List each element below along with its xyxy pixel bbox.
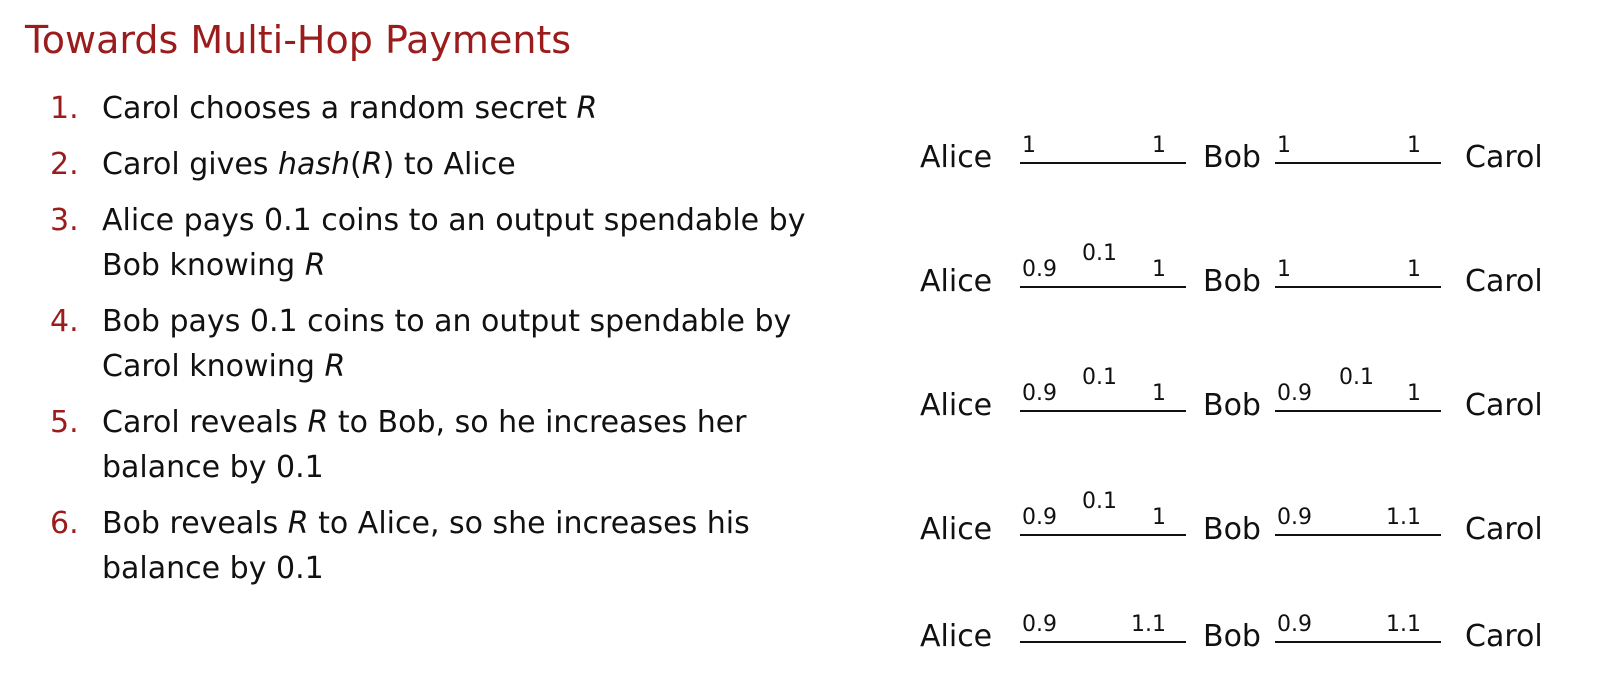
slide-title: Towards Multi-Hop Payments	[25, 18, 572, 62]
bob-carol-channel-line	[1275, 410, 1441, 412]
step-item-1: 1. Carol chooses a random secret R	[50, 86, 810, 131]
step-number: 4.	[50, 304, 79, 339]
step-item-4: 4. Bob pays 0.1 coins to an output spend…	[50, 299, 810, 389]
party-carol: Carol	[1465, 388, 1543, 423]
party-carol: Carol	[1465, 619, 1543, 654]
step-item-6: 6. Bob reveals R to Alice, so she increa…	[50, 501, 810, 591]
party-carol: Carol	[1465, 512, 1543, 547]
alice-bob-right-balance: 1	[1152, 505, 1166, 530]
bob-carol-left-balance: 1	[1277, 133, 1291, 158]
bob-carol-channel-line	[1275, 534, 1441, 536]
channel-state-row-3: Alice 0.9 0.1 1 Bob 0.9 0.1 1 Carol	[920, 364, 1580, 424]
channel-state-row-4: Alice 0.9 0.1 1 Bob 0.9 1.1 Carol	[920, 488, 1580, 548]
secret-symbol: R	[361, 147, 383, 182]
alice-bob-channel-line	[1020, 162, 1186, 164]
party-alice: Alice	[920, 619, 993, 654]
party-carol: Carol	[1465, 264, 1543, 299]
step-text: Bob pays 0.1 coins to an output spendabl…	[102, 304, 792, 384]
step-text: Carol gives hash(R) to Alice	[102, 147, 516, 182]
secret-symbol: R	[576, 91, 598, 126]
step-text: Carol reveals R to Bob, so he increases …	[102, 405, 747, 485]
step-number: 5.	[50, 405, 79, 440]
party-alice: Alice	[920, 140, 993, 175]
bob-carol-right-balance: 1.1	[1386, 612, 1421, 637]
bob-carol-left-balance: 0.9	[1277, 612, 1312, 637]
bob-carol-right-balance: 1.1	[1386, 505, 1421, 530]
alice-bob-pending-amount: 0.1	[1082, 241, 1117, 266]
step-text: Carol chooses a random secret R	[102, 91, 598, 126]
step-number: 6.	[50, 506, 79, 541]
party-alice: Alice	[920, 388, 993, 423]
alice-bob-pending-amount: 0.1	[1082, 489, 1117, 514]
step-item-3: 3. Alice pays 0.1 coins to an output spe…	[50, 198, 810, 288]
channel-state-row-2: Alice 0.9 0.1 1 Bob 1 1 Carol	[920, 240, 1580, 300]
bob-carol-left-balance: 1	[1277, 257, 1291, 282]
payment-channel-diagram: Alice 1 1 Bob 1 1 Carol Alice 0.9 0.1 1 …	[920, 0, 1580, 690]
step-number: 1.	[50, 91, 79, 126]
alice-bob-channel-line	[1020, 534, 1186, 536]
channel-state-row-5: Alice 0.9 1.1 Bob 0.9 1.1 Carol	[920, 595, 1580, 655]
step-text: Alice pays 0.1 coins to an output spenda…	[102, 203, 806, 283]
alice-bob-left-balance: 0.9	[1022, 505, 1057, 530]
channel-state-row-1: Alice 1 1 Bob 1 1 Carol	[920, 116, 1580, 176]
party-bob: Bob	[1203, 619, 1261, 654]
secret-symbol: R	[287, 506, 309, 541]
steps-list: 1. Carol chooses a random secret R 2. Ca…	[50, 86, 810, 602]
party-alice: Alice	[920, 512, 993, 547]
party-carol: Carol	[1465, 140, 1543, 175]
bob-carol-left-balance: 0.9	[1277, 381, 1312, 406]
bob-carol-channel-line	[1275, 162, 1441, 164]
step-item-2: 2. Carol gives hash(R) to Alice	[50, 142, 810, 187]
alice-bob-channel-line	[1020, 286, 1186, 288]
step-text: Bob reveals R to Alice, so she increases…	[102, 506, 750, 586]
secret-symbol: R	[307, 405, 329, 440]
alice-bob-left-balance: 0.9	[1022, 612, 1057, 637]
bob-carol-channel-line	[1275, 286, 1441, 288]
secret-symbol: R	[304, 248, 326, 283]
hash-function: hash	[278, 147, 351, 182]
alice-bob-left-balance: 0.9	[1022, 257, 1057, 282]
party-bob: Bob	[1203, 388, 1261, 423]
secret-symbol: R	[324, 349, 346, 384]
alice-bob-left-balance: 1	[1022, 133, 1036, 158]
bob-carol-right-balance: 1	[1407, 381, 1421, 406]
party-bob: Bob	[1203, 140, 1261, 175]
bob-carol-right-balance: 1	[1407, 257, 1421, 282]
party-bob: Bob	[1203, 512, 1261, 547]
step-item-5: 5. Carol reveals R to Bob, so he increas…	[50, 400, 810, 490]
bob-carol-left-balance: 0.9	[1277, 505, 1312, 530]
party-bob: Bob	[1203, 264, 1261, 299]
alice-bob-right-balance: 1	[1152, 133, 1166, 158]
alice-bob-channel-line	[1020, 410, 1186, 412]
alice-bob-right-balance: 1	[1152, 257, 1166, 282]
alice-bob-left-balance: 0.9	[1022, 381, 1057, 406]
alice-bob-channel-line	[1020, 641, 1186, 643]
alice-bob-right-balance: 1.1	[1131, 612, 1166, 637]
alice-bob-right-balance: 1	[1152, 381, 1166, 406]
step-number: 3.	[50, 203, 79, 238]
bob-carol-channel-line	[1275, 641, 1441, 643]
step-number: 2.	[50, 147, 79, 182]
bob-carol-right-balance: 1	[1407, 133, 1421, 158]
alice-bob-pending-amount: 0.1	[1082, 365, 1117, 390]
bob-carol-pending-amount: 0.1	[1339, 365, 1374, 390]
party-alice: Alice	[920, 264, 993, 299]
